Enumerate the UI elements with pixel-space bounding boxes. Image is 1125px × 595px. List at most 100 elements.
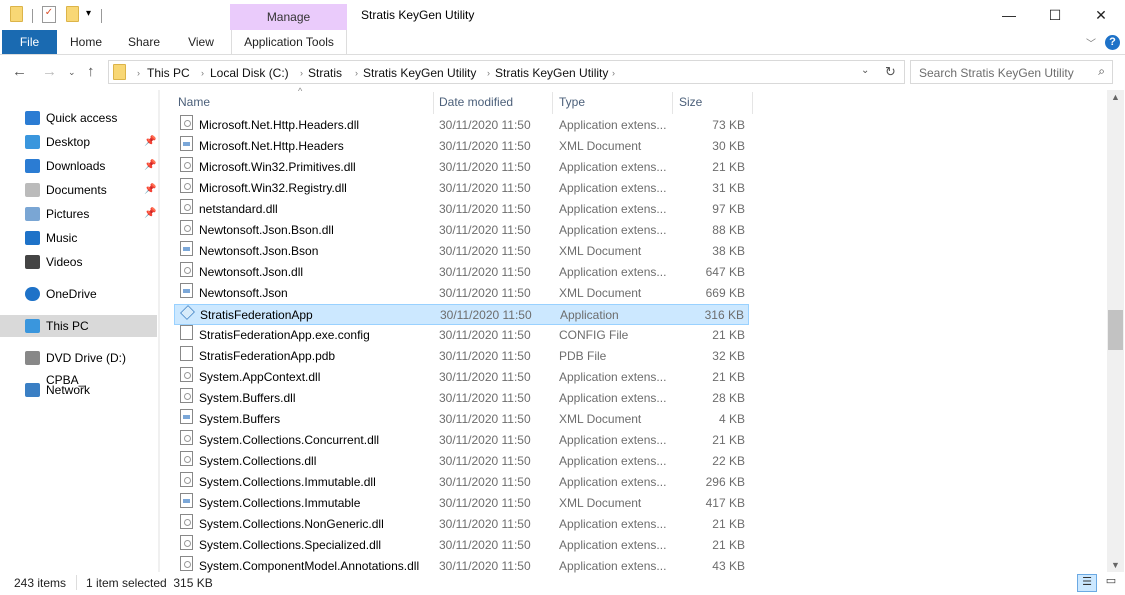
tab-file[interactable]: File [2,30,57,54]
item-count: 243 items [14,576,67,590]
tab-home[interactable]: Home [62,30,110,54]
file-row[interactable]: Microsoft.Win32.Primitives.dll 30/11/2020… [174,157,749,178]
file-name: System.Collections.dll [199,454,317,468]
divider [32,9,33,23]
file-name: System.Buffers [199,412,281,426]
file-date: 30/11/2020 11:50 [439,223,531,237]
file-row[interactable]: Microsoft.Net.Http.Headers.dll 30/11/2020… [174,115,749,136]
dll-file-icon [180,388,193,403]
file-row[interactable]: Newtonsoft.Json.dll 30/11/2020 11:50 Appli… [174,262,749,283]
file-row[interactable]: StratisFederationApp.pdb 30/11/2020 11:50… [174,346,749,367]
file-type: Application [560,308,619,322]
file-row[interactable]: Newtonsoft.Json.Bson.dll 30/11/2020 11:50… [174,220,749,241]
column-header-size[interactable]: Size [679,92,702,113]
file-size: 28 KB [712,391,745,405]
file-date: 30/11/2020 11:50 [439,391,531,405]
file-row[interactable]: System.Buffers.dll 30/11/2020 11:50 Applic… [174,388,749,409]
sidebar-item-network[interactable]: Network [0,379,157,401]
file-row[interactable]: System.Collections.Immutable 30/11/2020 1… [174,493,749,514]
file-row[interactable]: System.Collections.Specialized.dll 30/11/… [174,535,749,556]
pin-icon[interactable]: 📌 [144,203,156,225]
new-folder-icon[interactable] [66,6,79,22]
navigation-scrollbar[interactable] [158,90,160,572]
address-bar[interactable]: › This PC › Local Disk (C:) › Stratis › … [108,60,905,84]
file-row[interactable]: System.ComponentModel.Annotations.dll 30/… [174,556,749,577]
sidebar-item-documents[interactable]: Documents 📌 [0,179,157,201]
breadcrumb-this-pc[interactable]: This PC [147,66,190,80]
sidebar-item-music[interactable]: Music [0,227,157,249]
sidebar-item-onedrive[interactable]: OneDrive [0,283,157,305]
back-button[interactable]: ← [12,63,27,80]
file-date: 30/11/2020 11:50 [439,244,531,258]
file-row[interactable]: System.Collections.dll 30/11/2020 11:50 Ap… [174,451,749,472]
sidebar-item-this-pc[interactable]: This PC [0,315,157,337]
up-button[interactable]: ↑ [87,63,95,80]
file-row[interactable]: Newtonsoft.Json 30/11/2020 11:50 XML Docum… [174,283,749,304]
pin-icon[interactable]: 📌 [144,179,156,201]
sidebar-item-dvd-drive-d-cpba[interactable]: DVD Drive (D:) CPBA_ [0,347,157,387]
file-type: XML Document [559,286,642,300]
column-header-date[interactable]: Date modified [439,92,513,113]
file-row[interactable]: Newtonsoft.Json.Bson 30/11/2020 11:50 XML … [174,241,749,262]
divider [752,92,753,114]
file-row[interactable]: StratisFederationApp.exe.config 30/11/202… [174,325,749,346]
file-date: 30/11/2020 11:50 [439,433,531,447]
file-row[interactable]: System.Collections.Immutable.dll 30/11/20… [174,472,749,493]
file-row[interactable]: System.Buffers 30/11/2020 11:50 XML Docume… [174,409,749,430]
sidebar-item-label: Desktop [46,135,91,149]
file-row[interactable]: System.Collections.Concurrent.dll 30/11/2… [174,430,749,451]
properties-icon[interactable]: ✓ [42,6,56,23]
download-icon [25,159,40,173]
file-row[interactable]: System.Collections.NonGeneric.dll 30/11/2… [174,514,749,535]
minimize-button[interactable]: — [986,0,1032,30]
folder-icon [113,64,126,80]
refresh-icon[interactable]: ↻ [885,64,896,80]
breadcrumb-keygen[interactable]: Stratis KeyGen Utility [363,66,476,80]
scrollbar-thumb[interactable] [1108,310,1123,350]
search-input[interactable]: Search Stratis KeyGen Utility ⌕ [910,60,1113,84]
breadcrumb-keygen-current[interactable]: Stratis KeyGen Utility [495,66,608,80]
scroll-up-icon[interactable]: ▲ [1111,92,1120,102]
file-type: Application extens... [559,202,667,216]
maximize-button[interactable]: ☐ [1032,0,1078,30]
breadcrumb-local-disk[interactable]: Local Disk (C:) [210,66,289,80]
sidebar-item-desktop[interactable]: Desktop 📌 [0,131,157,153]
sidebar-item-downloads[interactable]: Downloads 📌 [0,155,157,177]
help-icon[interactable]: ? [1105,35,1120,50]
file-type: Application extens... [559,118,667,132]
sidebar-item-videos[interactable]: Videos [0,251,157,273]
file-date: 30/11/2020 11:50 [439,202,531,216]
scroll-down-icon[interactable]: ▼ [1111,560,1120,570]
computer-icon [25,319,40,333]
breadcrumb-stratis[interactable]: Stratis [308,66,342,80]
column-header-type[interactable]: Type [559,92,585,113]
sidebar-item-pictures[interactable]: Pictures 📌 [0,203,157,225]
dll-file-icon [180,262,193,277]
close-button[interactable]: ✕ [1078,0,1124,30]
address-dropdown-icon[interactable]: ⌄ [861,65,869,76]
file-size: 30 KB [712,139,745,153]
forward-button[interactable]: → [42,63,57,80]
chevron-right-icon: › [137,68,140,78]
large-icons-view-button[interactable]: ▭ [1101,574,1121,592]
tab-view[interactable]: View [180,30,222,54]
pin-icon[interactable]: 📌 [144,131,156,153]
file-row[interactable]: Microsoft.Net.Http.Headers 30/11/2020 11:… [174,136,749,157]
column-header-name[interactable]: Name [178,92,210,113]
file-row[interactable]: StratisFederationApp 30/11/2020 11:50 Appl… [174,304,749,325]
dll-file-icon [180,430,193,445]
file-row[interactable]: netstandard.dll 30/11/2020 11:50 Applicati… [174,199,749,220]
pin-icon[interactable]: 📌 [144,155,156,177]
file-name: Newtonsoft.Json.Bson.dll [199,223,334,237]
details-view-button[interactable]: ☰ [1077,574,1097,592]
file-row[interactable]: Microsoft.Win32.Registry.dll 30/11/2020 1… [174,178,749,199]
tab-application-tools[interactable]: Application Tools [231,30,347,54]
file-row[interactable]: System.AppContext.dll 30/11/2020 11:50 App… [174,367,749,388]
customize-quick-access-icon[interactable]: ▾ [86,8,91,19]
file-type: Application extens... [559,160,667,174]
expand-ribbon-icon[interactable]: ﹀ [1086,35,1096,50]
tab-share[interactable]: Share [120,30,168,54]
dll-file-icon [180,220,193,235]
sidebar-item-quick-access[interactable]: Quick access [0,107,157,129]
recent-locations-icon[interactable]: ⌄ [68,67,76,78]
